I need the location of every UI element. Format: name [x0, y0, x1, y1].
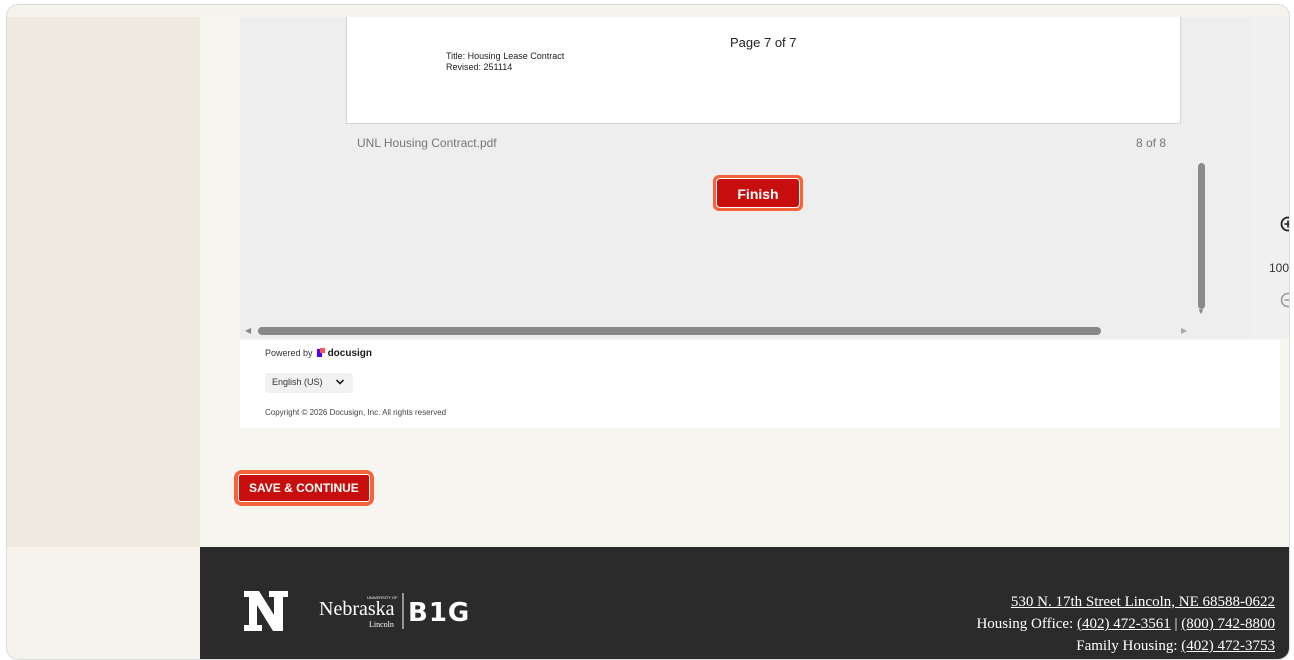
university-of-nebraska-lincoln-big-ten-logo[interactable]: Nebraska UNIVERSITY OF Lincoln B1G [319, 591, 489, 631]
housing-office-phone-link[interactable]: (402) 472-3561 [1077, 616, 1171, 632]
phone-separator: | [1174, 616, 1178, 632]
nebraska-n-logo[interactable] [242, 587, 290, 635]
language-value: English (US) [272, 377, 323, 387]
docusign-logo-icon [317, 348, 326, 357]
finish-button-highlight: Finish [713, 175, 803, 211]
svg-text:UNIVERSITY OF: UNIVERSITY OF [367, 595, 398, 600]
footer-address-link[interactable]: 530 N. 17th Street Lincoln, NE 68588-062… [1011, 594, 1275, 610]
document-revised: Revised: 251114 [446, 62, 513, 72]
zoom-panel: 100% [1250, 17, 1290, 339]
copyright-text: Copyright © 2026 Docusign, Inc. All righ… [265, 408, 447, 417]
document-title: Title: Housing Lease Contract [446, 51, 565, 61]
family-housing-phone-link[interactable]: (402) 472-3753 [1181, 638, 1275, 654]
footer-address-block: 530 N. 17th Street Lincoln, NE 68588-062… [976, 591, 1275, 657]
zoom-level: 100% [1269, 261, 1290, 275]
scroll-left-arrow-icon[interactable]: ◀ [245, 326, 251, 335]
chevron-down-icon [335, 379, 345, 385]
housing-office-label: Housing Office: [976, 616, 1074, 632]
scroll-down-arrow-icon[interactable]: ▼ [1197, 307, 1205, 316]
powered-by: Powered by docusign [265, 348, 372, 359]
housing-tollfree-phone-link[interactable]: (800) 742-8800 [1181, 616, 1275, 632]
svg-text:Lincoln: Lincoln [369, 620, 394, 629]
vertical-scrollbar-thumb[interactable] [1198, 163, 1205, 309]
family-housing-label: Family Housing: [1076, 638, 1178, 654]
docusign-brand: docusign [327, 348, 373, 359]
left-panel [7, 17, 200, 547]
document-meta: Title: Housing Lease Contract Revised: 2… [446, 51, 564, 73]
svg-text:B1G: B1G [408, 598, 470, 628]
main-content: Page 7 of 7 Title: Housing Lease Contrac… [200, 17, 1289, 547]
svg-text:Nebraska: Nebraska [319, 598, 395, 620]
docusign-footer: Powered by docusign English (US) Copyrig… [240, 340, 1280, 428]
screenshot-frame: Page 7 of 7 Title: Housing Lease Contrac… [6, 4, 1290, 660]
zoom-out-icon[interactable] [1279, 291, 1290, 313]
zoom-in-icon[interactable] [1279, 215, 1290, 237]
document-page: Page 7 of 7 Title: Housing Lease Contrac… [346, 17, 1181, 124]
powered-by-text: Powered by [265, 348, 313, 358]
finish-button[interactable]: Finish [716, 178, 800, 208]
horizontal-scrollbar[interactable]: ◀ ▶ [240, 323, 1190, 339]
page-indicator: Page 7 of 7 [730, 35, 797, 50]
page-count: 8 of 8 [1136, 136, 1167, 150]
language-select[interactable]: English (US) [265, 373, 353, 393]
save-continue-button[interactable]: SAVE & CONTINUE [238, 474, 370, 502]
file-name: UNL Housing Contract.pdf [357, 136, 497, 150]
save-continue-highlight: SAVE & CONTINUE [234, 470, 374, 506]
horizontal-scrollbar-thumb[interactable] [258, 327, 1101, 335]
document-viewer: Page 7 of 7 Title: Housing Lease Contrac… [240, 17, 1289, 339]
scroll-right-arrow-icon[interactable]: ▶ [1181, 326, 1187, 335]
site-footer: Nebraska UNIVERSITY OF Lincoln B1G 530 N… [200, 547, 1289, 659]
